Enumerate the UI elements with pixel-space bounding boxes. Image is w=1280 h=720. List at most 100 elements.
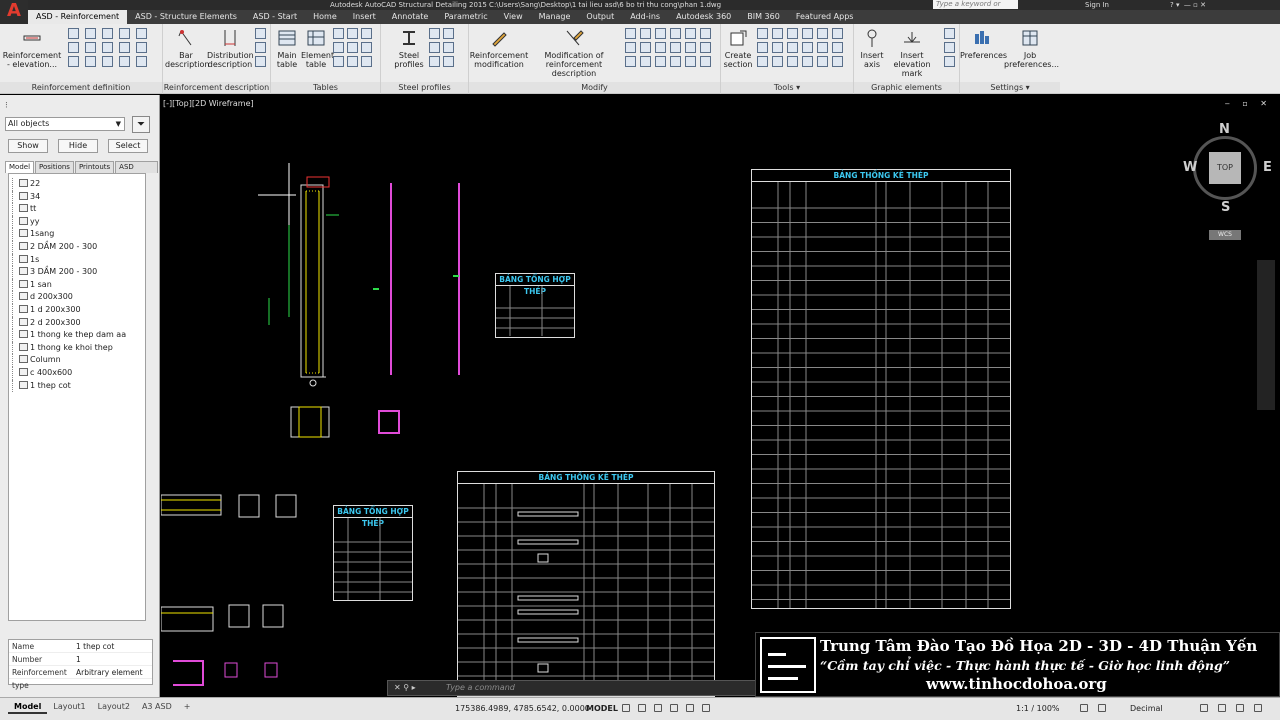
element-table-button[interactable]: Element table — [301, 28, 334, 69]
steel-tool-icon[interactable] — [429, 28, 440, 39]
annotation-icon[interactable] — [1098, 704, 1106, 712]
drawing-canvas[interactable]: [-][Top][2D Wireframe] ‒ ▫ ✕ BẢNG TỔNG H… — [161, 95, 1280, 697]
tab-model-layout[interactable]: Model — [8, 701, 48, 714]
rebar-tool-icon[interactable] — [68, 28, 79, 39]
rebar-tool-icon[interactable] — [136, 42, 147, 53]
tree-item[interactable]: 1 d 200x300 — [9, 303, 145, 317]
tab-bim-360[interactable]: BIM 360 — [739, 10, 788, 24]
rebar-tool-icon[interactable] — [85, 56, 96, 67]
modify-tool-icon[interactable] — [640, 56, 651, 67]
description-tool-icon[interactable] — [255, 28, 266, 39]
steel-tool-icon[interactable] — [429, 56, 440, 67]
tool-icon[interactable] — [802, 28, 813, 39]
modify-tool-icon[interactable] — [685, 42, 696, 53]
tab-parametric[interactable]: Parametric — [436, 10, 495, 24]
tree-item[interactable]: 1 san — [9, 278, 145, 292]
ortho-icon[interactable] — [654, 704, 662, 712]
tab-asd-structure-elements[interactable]: ASD - Structure Elements — [127, 10, 245, 24]
modify-tool-icon[interactable] — [655, 28, 666, 39]
tree-item[interactable]: 1 thep cot — [9, 379, 145, 393]
wcs-menu[interactable]: WCS — [1209, 230, 1241, 240]
tab-asd-reinforcement[interactable]: ASD - Reinforcement — [28, 10, 128, 24]
steel-profiles-button[interactable]: Steel profiles — [389, 28, 429, 69]
modify-tool-icon[interactable] — [625, 42, 636, 53]
tool-icon[interactable] — [787, 56, 798, 67]
otrack-icon[interactable] — [702, 704, 710, 712]
tool-icon[interactable] — [802, 42, 813, 53]
tool-icon[interactable] — [787, 28, 798, 39]
modify-tool-icon[interactable] — [700, 28, 711, 39]
graphic-tool-icon[interactable] — [944, 28, 955, 39]
tree-item[interactable]: 2 d 200x300 — [9, 316, 145, 330]
tree-item[interactable]: 2 DẦM 200 - 300 — [9, 240, 145, 254]
tree-item[interactable]: 22 — [9, 178, 145, 191]
tab-positions[interactable]: Positions — [35, 161, 74, 173]
tree-item[interactable]: tt — [9, 203, 145, 216]
rebar-tool-icon[interactable] — [68, 42, 79, 53]
tab-annotate[interactable]: Annotate — [384, 10, 437, 24]
sign-in-link[interactable]: Sign In — [1085, 0, 1109, 10]
navigation-bar[interactable] — [1257, 260, 1275, 410]
tab-model[interactable]: Model — [5, 161, 35, 173]
tool-icon[interactable] — [757, 42, 768, 53]
rebar-tool-icon[interactable] — [102, 28, 113, 39]
workspace-icon[interactable] — [1080, 704, 1088, 712]
graphic-tool-icon[interactable] — [944, 56, 955, 67]
modify-tool-icon[interactable] — [655, 56, 666, 67]
clean-screen-icon[interactable] — [1236, 704, 1244, 712]
tab-asd-start[interactable]: ASD - Start — [245, 10, 305, 24]
steel-tool-icon[interactable] — [429, 42, 440, 53]
tree-item[interactable]: 3 DẦM 200 - 300 — [9, 266, 145, 279]
tree-item[interactable]: Column — [9, 354, 145, 367]
rebar-tool-icon[interactable] — [102, 42, 113, 53]
tool-icon[interactable] — [757, 28, 768, 39]
reinforcement-modification-button[interactable]: Reinforcement modification — [469, 28, 529, 69]
tool-icon[interactable] — [787, 42, 798, 53]
modify-tool-icon[interactable] — [640, 42, 651, 53]
tool-icon[interactable] — [817, 42, 828, 53]
property-row[interactable]: Reinforcement type Arbitrary element — [9, 666, 152, 690]
tab-layout2[interactable]: Layout2 — [92, 701, 136, 714]
rebar-tool-icon[interactable] — [102, 56, 113, 67]
panel-grip[interactable]: ⁝ — [5, 101, 8, 111]
bar-description-button[interactable]: Bar description — [165, 28, 209, 69]
tool-icon[interactable] — [772, 56, 783, 67]
tool-icon[interactable] — [772, 42, 783, 53]
table-tool-icon[interactable] — [347, 28, 358, 39]
rebar-tool-icon[interactable] — [85, 42, 96, 53]
north-label[interactable]: N — [1219, 122, 1230, 137]
modify-tool-icon[interactable] — [685, 28, 696, 39]
main-table-button[interactable]: Main table — [273, 28, 301, 69]
tree-item[interactable]: 1sang — [9, 228, 145, 241]
table-tool-icon[interactable] — [333, 42, 344, 53]
hide-button[interactable]: Hide — [58, 139, 98, 153]
snap-icon[interactable] — [638, 704, 646, 712]
modify-tool-icon[interactable] — [700, 56, 711, 67]
modify-tool-icon[interactable] — [685, 56, 696, 67]
steel-tool-icon[interactable] — [443, 28, 454, 39]
tab-insert[interactable]: Insert — [345, 10, 384, 24]
rebar-tool-icon[interactable] — [119, 42, 130, 53]
tree-item[interactable]: 1s — [9, 253, 145, 267]
tree-item[interactable]: d 200x300 — [9, 291, 145, 304]
tool-icon[interactable] — [757, 56, 768, 67]
modify-tool-icon[interactable] — [640, 28, 651, 39]
steel-tool-icon[interactable] — [443, 42, 454, 53]
modify-tool-icon[interactable] — [655, 42, 666, 53]
model-space-toggle[interactable]: MODEL — [586, 704, 618, 713]
panel-label[interactable]: Settings ▾ — [960, 82, 1060, 93]
reinforcement-elevation-button[interactable]: Reinforcement - elevation... — [2, 28, 62, 69]
modify-tool-icon[interactable] — [700, 42, 711, 53]
rebar-tool-icon[interactable] — [136, 56, 147, 67]
viewcube-top-face[interactable]: TOP — [1209, 152, 1241, 184]
insert-elevation-mark-button[interactable]: Insert elevation mark — [882, 28, 942, 78]
select-button[interactable]: Select — [108, 139, 148, 153]
west-label[interactable]: W — [1183, 160, 1197, 175]
rebar-tool-icon[interactable] — [136, 28, 147, 39]
tab-manage[interactable]: Manage — [531, 10, 579, 24]
panel-label[interactable]: Tools ▾ — [721, 82, 853, 93]
tab-featured-apps[interactable]: Featured Apps — [788, 10, 862, 24]
modification-of-description-button[interactable]: Modification of reinforcement descriptio… — [527, 28, 621, 78]
table-tool-icon[interactable] — [361, 56, 372, 67]
show-button[interactable]: Show — [8, 139, 48, 153]
